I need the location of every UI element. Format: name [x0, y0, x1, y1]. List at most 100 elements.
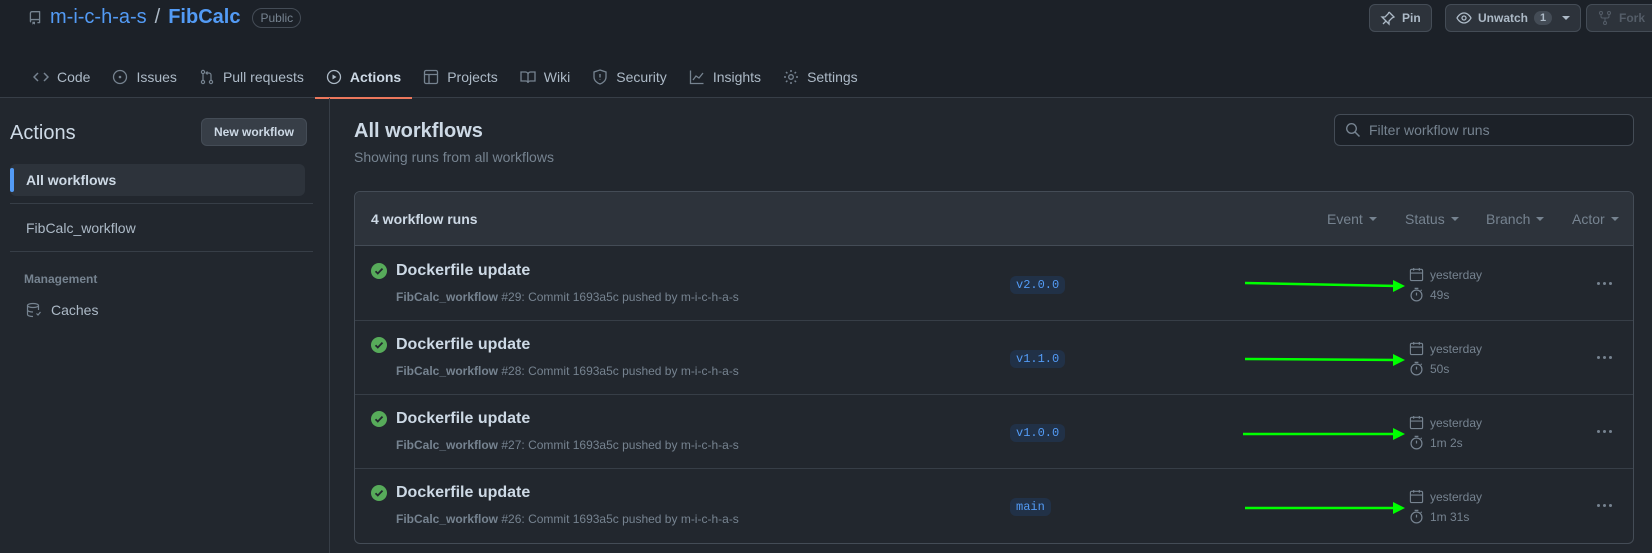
- tab-actions[interactable]: Actions: [314, 56, 413, 99]
- repo-owner-link[interactable]: m-i-c-h-a-s: [50, 6, 147, 29]
- workflow-run-row[interactable]: Dockerfile update FibCalc_workflow #27: …: [355, 395, 1633, 469]
- run-meta: FibCalc_workflow #28: Commit 1693a5c pus…: [396, 364, 739, 378]
- check-circle-icon: [371, 337, 387, 353]
- fork-button[interactable]: Fork: [1586, 4, 1652, 32]
- run-meta: FibCalc_workflow #27: Commit 1693a5c pus…: [396, 438, 739, 452]
- run-title-link[interactable]: Dockerfile update: [396, 262, 530, 280]
- workflow-run-row[interactable]: Dockerfile update FibCalc_workflow #26: …: [355, 469, 1633, 543]
- run-options-button[interactable]: [1590, 349, 1618, 365]
- repo-header: m-i-c-h-a-s / FibCalc Public Pin Unwatch…: [0, 0, 1652, 99]
- branch-label[interactable]: v1.1.0: [1010, 350, 1066, 368]
- pin-button[interactable]: Pin: [1369, 4, 1432, 32]
- repo-name-link[interactable]: FibCalc: [168, 6, 240, 29]
- sidebar-divider: [10, 203, 313, 204]
- kebab-dot: [1602, 503, 1606, 507]
- chevron-down-icon[interactable]: [1562, 16, 1571, 20]
- kebab-dot: [1596, 503, 1600, 507]
- table-icon: [424, 69, 439, 85]
- tab-wiki[interactable]: Wiki: [509, 56, 581, 98]
- fork-icon: [1599, 11, 1611, 25]
- tab-label: Insights: [712, 69, 762, 85]
- run-duration-label: 1m 2s: [1430, 435, 1463, 450]
- check-circle-icon: [371, 263, 387, 279]
- book-icon: [520, 71, 536, 84]
- run-date-label: yesterday: [1430, 415, 1483, 430]
- workflow-run-row[interactable]: Dockerfile update FibCalc_workflow #28: …: [355, 321, 1633, 395]
- kebab-dot: [1596, 355, 1600, 359]
- actor-filter-dropdown[interactable]: Actor: [1572, 211, 1619, 227]
- graph-icon: [689, 70, 704, 85]
- run-workflow-name: FibCalc_workflow: [396, 290, 499, 304]
- stopwatch-icon: [1410, 435, 1423, 450]
- tab-security[interactable]: Security: [581, 56, 678, 98]
- sidebar-item-caches[interactable]: Caches: [26, 302, 98, 318]
- status-filter-dropdown[interactable]: Status: [1405, 211, 1459, 227]
- calendar-icon: [1409, 341, 1424, 356]
- chevron-down-icon: [1536, 217, 1545, 221]
- run-workflow-name: FibCalc_workflow: [396, 364, 499, 378]
- workflow-run-row[interactable]: Dockerfile update FibCalc_workflow #29: …: [355, 247, 1633, 321]
- repo-separator: /: [154, 6, 161, 28]
- stopwatch-icon: [1410, 509, 1423, 524]
- branch-label[interactable]: v2.0.0: [1010, 276, 1066, 294]
- runs-list-header: 4 workflow runs Event Status Branch Acto…: [355, 192, 1633, 246]
- sidebar-divider: [10, 251, 313, 252]
- run-title-link[interactable]: Dockerfile update: [396, 336, 530, 354]
- status-filter-label: Status: [1405, 211, 1445, 227]
- annotation-arrow: [1244, 280, 1405, 292]
- tab-label: Actions: [349, 69, 402, 85]
- check-circle-icon: [371, 485, 387, 501]
- branch-label[interactable]: main: [1010, 498, 1051, 516]
- repo-title: m-i-c-h-a-s / FibCalc Public: [28, 6, 302, 29]
- caches-label: Caches: [51, 302, 99, 318]
- tab-label: Settings: [807, 69, 858, 85]
- filter-input[interactable]: [1369, 122, 1629, 138]
- tab-pull-requests[interactable]: Pull requests: [188, 56, 315, 98]
- annotation-arrow: [1243, 428, 1405, 440]
- pin-icon: [1380, 11, 1396, 26]
- event-filter-dropdown[interactable]: Event: [1327, 211, 1377, 227]
- tab-issues[interactable]: Issues: [101, 56, 187, 98]
- fork-label: Fork: [1619, 11, 1646, 25]
- runs-count: 4 workflow runs: [371, 211, 478, 227]
- run-title-link[interactable]: Dockerfile update: [396, 484, 530, 502]
- sidebar-item-fibcalc-workflow[interactable]: FibCalc_workflow: [10, 212, 305, 244]
- tab-label: Projects: [447, 69, 498, 85]
- chevron-down-icon: [1450, 217, 1459, 221]
- run-date-label: yesterday: [1430, 341, 1483, 356]
- tab-code[interactable]: Code: [22, 56, 101, 98]
- watch-count: 1: [1534, 11, 1553, 25]
- run-detail: #27: Commit 1693a5c pushed by m-i-c-h-a-…: [501, 438, 739, 452]
- search-icon: [1345, 122, 1361, 138]
- calendar-icon: [1409, 267, 1424, 282]
- run-title-link[interactable]: Dockerfile update: [396, 410, 530, 428]
- new-workflow-button[interactable]: New workflow: [201, 118, 308, 146]
- tab-label: Wiki: [543, 69, 571, 85]
- annotation-arrow: [1244, 354, 1405, 366]
- issue-icon: [113, 69, 128, 85]
- watch-label: Unwatch: [1478, 11, 1529, 25]
- calendar-icon: [1409, 489, 1424, 504]
- tab-insights[interactable]: Insights: [678, 56, 772, 98]
- tab-label: Pull requests: [222, 69, 304, 85]
- sidebar-item-all-workflows[interactable]: All workflows: [10, 164, 305, 196]
- watch-button[interactable]: Unwatch 1: [1445, 4, 1582, 32]
- run-duration: 49s: [1409, 287, 1449, 302]
- tab-projects[interactable]: Projects: [412, 56, 509, 98]
- tab-label: Code: [57, 69, 91, 85]
- run-options-button[interactable]: [1590, 275, 1618, 291]
- run-workflow-name: FibCalc_workflow: [396, 438, 499, 452]
- run-options-button[interactable]: [1590, 497, 1618, 513]
- kebab-dot: [1602, 355, 1606, 359]
- run-detail: #28: Commit 1693a5c pushed by m-i-c-h-a-…: [501, 364, 739, 378]
- filter-workflow-runs[interactable]: [1334, 114, 1634, 146]
- shield-icon: [593, 69, 607, 85]
- repo-icon: [29, 10, 41, 25]
- branch-label[interactable]: v1.0.0: [1010, 424, 1066, 442]
- run-duration: 1m 2s: [1409, 435, 1463, 450]
- page-title: All workflows: [354, 120, 483, 142]
- run-options-button[interactable]: [1590, 423, 1618, 439]
- branch-filter-dropdown[interactable]: Branch: [1486, 211, 1545, 227]
- tab-settings[interactable]: Settings: [772, 56, 869, 98]
- chevron-down-icon: [1610, 217, 1619, 221]
